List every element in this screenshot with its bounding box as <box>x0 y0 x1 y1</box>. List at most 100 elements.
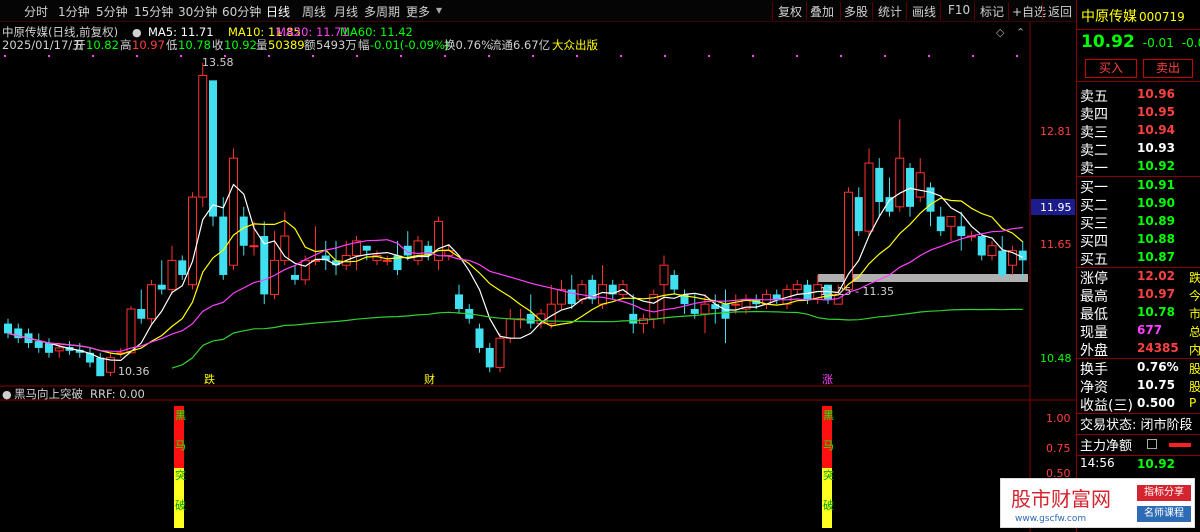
candle-body <box>977 236 986 256</box>
signal-char: 破 <box>823 498 834 512</box>
ma60-line <box>171 308 1023 369</box>
candle-body <box>526 313 535 324</box>
candle-body <box>54 347 64 352</box>
f10-button[interactable]: F10 <box>948 3 970 17</box>
kline-chart[interactable]: 中原传媒(日线,前复权) ● MA5: 11.71 MA10: 11.85 MA… <box>0 22 1076 532</box>
tab-60min[interactable]: 60分钟 <box>222 3 261 20</box>
candle-body <box>915 172 925 198</box>
grid-dot <box>444 55 446 57</box>
tab-more[interactable]: 更多 <box>406 3 430 20</box>
close-tag: 收 <box>212 38 224 52</box>
tab-monthly[interactable]: 月线 <box>334 3 358 20</box>
candle-body <box>34 341 43 348</box>
grid-dot <box>400 55 402 57</box>
bid-row: 买五 10.87 <box>1080 250 1175 268</box>
grid-dot <box>136 55 138 57</box>
draw-line-button[interactable]: 画线 <box>912 3 936 20</box>
add-watchlist-button[interactable]: +自选 <box>1012 3 1046 20</box>
high-tag: 高 <box>120 38 132 52</box>
indicator-title: 黑马向上突破 <box>14 387 83 401</box>
high-value: 10.97 <box>132 38 165 52</box>
candle-body <box>926 187 935 212</box>
event-marker-up[interactable]: 涨 <box>822 373 833 386</box>
indicator-tick-1: 1.00 <box>1046 412 1071 425</box>
stats-button[interactable]: 统计 <box>878 3 902 20</box>
stat-row: 最低 10.78 市 <box>1080 305 1200 323</box>
candle-body <box>209 80 217 217</box>
candle-body <box>157 284 166 290</box>
sell-button[interactable]: 卖出 <box>1143 59 1193 78</box>
grid-dot <box>48 55 50 57</box>
candle-body <box>598 284 607 305</box>
grid-dot <box>312 55 314 57</box>
candle-body <box>957 226 966 237</box>
trade-buttons: 买入 卖出 <box>1077 56 1200 82</box>
candle-body <box>854 197 863 232</box>
signal-char: 马 <box>175 439 186 452</box>
tick-row: 14:56 10.92 <box>1080 456 1175 471</box>
candle-body <box>260 236 269 295</box>
ma20-label: MA20: 11.71 <box>276 25 349 39</box>
event-marker-finance[interactable]: 财 <box>424 372 435 386</box>
indicator-share-badge: 指标分享 <box>1137 485 1191 501</box>
buy-button[interactable]: 买入 <box>1085 59 1137 78</box>
candle-body <box>382 259 392 262</box>
bid-row: 买四 10.88 <box>1080 232 1175 250</box>
candle-body <box>239 216 248 246</box>
volume-tag: 量 <box>256 38 268 52</box>
candle-body <box>4 323 12 334</box>
stock-header: 中原传媒 000719 <box>1077 0 1200 30</box>
candle-body <box>300 259 310 281</box>
ask-row: 卖五 10.96 <box>1080 87 1175 105</box>
candle-body <box>577 284 587 300</box>
open-tag: 开 <box>74 38 86 52</box>
tab-1min[interactable]: 1分钟 <box>58 3 90 20</box>
candle-body <box>362 245 371 251</box>
candle-body <box>167 259 177 291</box>
tab-30min[interactable]: 30分钟 <box>178 3 217 20</box>
grid-dot <box>620 55 622 57</box>
tab-multi-period[interactable]: 多周期 <box>364 3 400 20</box>
signal-char: 马 <box>823 439 834 452</box>
change-tag: 幅 <box>358 38 370 52</box>
tab-5min[interactable]: 5分钟 <box>96 3 128 20</box>
indicator-toggle-icon[interactable]: ● <box>2 388 12 401</box>
tab-daily[interactable]: 日线 <box>266 3 290 20</box>
back-button[interactable]: 返回 <box>1048 3 1072 20</box>
grid-dot <box>488 55 490 57</box>
date-label: 2025/01/17/五 <box>2 38 84 52</box>
candle-body <box>505 318 515 339</box>
ma5-label: MA5: 11.71 <box>148 25 214 39</box>
flow-bar <box>1169 443 1191 447</box>
candle-body <box>137 309 146 319</box>
tab-fenshi[interactable]: 分时 <box>24 3 48 20</box>
collapse-icon[interactable]: ⌃ <box>1016 26 1025 39</box>
tab-weekly[interactable]: 周线 <box>302 3 326 20</box>
grid-dot <box>576 55 578 57</box>
overlay-button[interactable]: 叠加 <box>810 3 834 20</box>
candle-body <box>567 289 576 305</box>
high-marker: 13.58 <box>202 56 234 69</box>
flow-toggle-icon[interactable] <box>1147 439 1157 449</box>
sector-label[interactable]: 大众出版 <box>552 38 598 52</box>
adjust-button[interactable]: 复权 <box>778 3 802 20</box>
tab-15min[interactable]: 15分钟 <box>134 3 173 20</box>
grid-dot <box>884 55 886 57</box>
signal-char: 突 <box>175 468 186 482</box>
main-flow-row: 主力净额 <box>1077 435 1200 455</box>
event-marker-down[interactable]: 跌 <box>204 372 215 386</box>
candle-body <box>721 304 730 319</box>
multi-stock-button[interactable]: 多股 <box>844 3 868 20</box>
diamond-icon[interactable]: ◇ <box>996 26 1005 39</box>
candle-body <box>987 245 997 256</box>
bid-row: 买三 10.89 <box>1080 214 1175 232</box>
mark-button[interactable]: 标记 <box>980 3 1004 20</box>
change-value: -0.01(-0.09%) <box>370 38 449 52</box>
price-tick-low: 10.48 <box>1040 352 1072 365</box>
volume-value: 50389 <box>268 38 305 52</box>
chevron-down-icon[interactable]: ▾ <box>436 3 442 17</box>
price-tick-high: 12.81 <box>1040 125 1072 138</box>
candle-body <box>895 157 905 208</box>
candle-body <box>864 162 874 232</box>
stat-row: 收益(三) 0.500 P <box>1080 396 1197 414</box>
